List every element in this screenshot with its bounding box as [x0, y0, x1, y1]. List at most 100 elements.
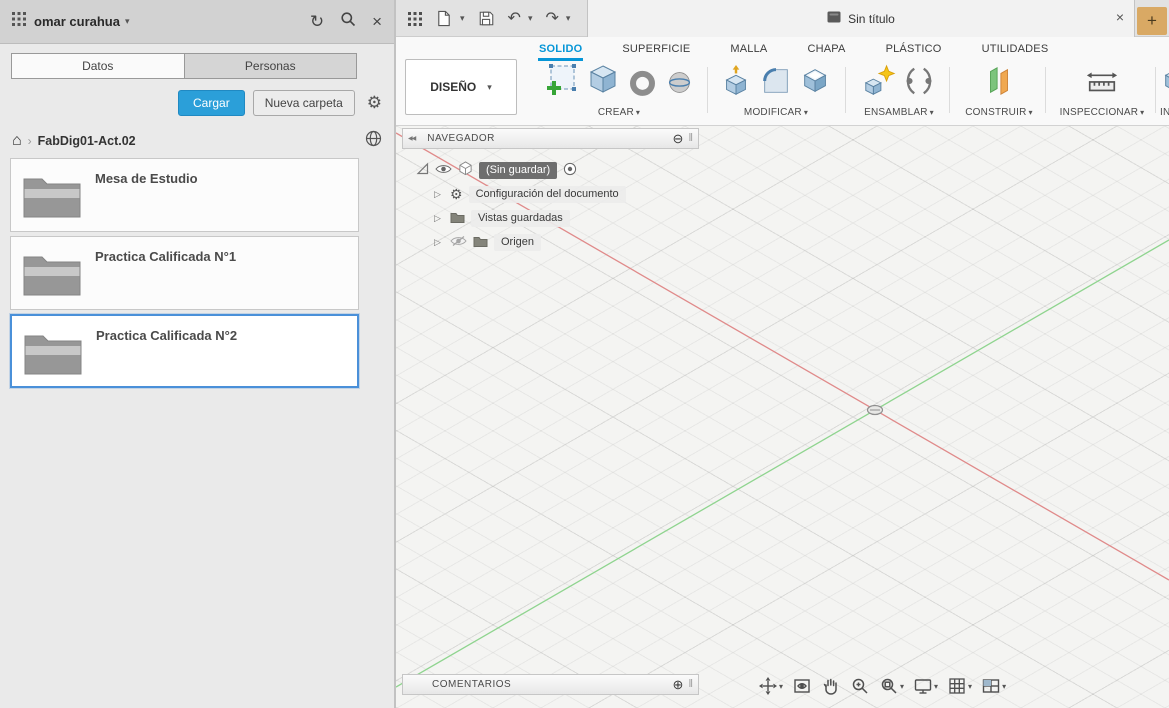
navigation-toolbar: ▾ ▾ ▾ [758, 674, 1006, 698]
orbit-button[interactable]: ▾ [758, 676, 783, 696]
comments-title: COMENTARIOS [432, 679, 511, 690]
file-menu-button[interactable]: ▾ [435, 9, 465, 28]
chevron-down-icon: ▾ [930, 108, 934, 117]
close-document-icon[interactable]: × [1116, 9, 1124, 25]
tree-node-label[interactable]: Configuración del documento [469, 186, 626, 203]
revolve-icon[interactable] [627, 67, 658, 103]
fit-button[interactable]: ▾ [879, 676, 904, 696]
folder-icon [23, 252, 81, 301]
eye-visible-icon[interactable] [435, 163, 452, 178]
group-label-ensamblar[interactable]: ENSAMBLAR▾ [852, 107, 946, 118]
look-at-button[interactable] [792, 676, 812, 696]
browser-header[interactable]: ◀◀ NAVEGADOR ⊖ ‖ [402, 128, 699, 149]
document-node-label[interactable]: (Sin guardar) [479, 162, 557, 179]
tree-row-named-views[interactable]: ▷ Vistas guardadas [402, 206, 699, 230]
document-tab[interactable]: Sin título × [587, 0, 1135, 37]
tab-datos[interactable]: Datos [11, 53, 185, 79]
close-panel-button[interactable]: × [372, 13, 382, 30]
new-document-tab-button[interactable]: + [1137, 7, 1167, 35]
ribbon-tab-superficie[interactable]: SUPERFICIE [621, 41, 691, 61]
chevron-down-icon: ▾ [1002, 682, 1006, 691]
list-item-folder-selected[interactable]: Practica Calificada N°2 [10, 314, 359, 388]
breadcrumb-project[interactable]: FabDig01-Act.02 [38, 134, 136, 148]
tree-row-document[interactable]: (Sin guardar) [402, 158, 699, 182]
folder-icon [23, 174, 81, 223]
comments-header[interactable]: COMENTARIOS ⊕ ‖ [402, 674, 699, 695]
plus-icon: + [1147, 11, 1157, 31]
activate-radio-icon[interactable] [563, 162, 577, 179]
upload-button[interactable]: Cargar [178, 90, 245, 116]
group-crear: CREAR▾ [535, 61, 703, 118]
app-launcher-icon[interactable] [408, 12, 422, 26]
eye-hidden-icon[interactable] [450, 235, 467, 250]
pan-button[interactable] [821, 676, 841, 696]
sweep-sphere-icon[interactable] [664, 67, 695, 103]
workspace-selector[interactable]: DISEÑO ▾ [405, 59, 517, 115]
settings-gear-icon[interactable]: ⚙ [367, 93, 382, 113]
create-sketch-icon[interactable] [543, 62, 579, 103]
tree-row-origin[interactable]: ▷ Origen [402, 230, 699, 254]
fillet-icon[interactable] [759, 64, 793, 103]
insert-icon[interactable] [1160, 64, 1169, 103]
ribbon-tab-malla[interactable]: MALLA [729, 41, 768, 61]
breadcrumb-separator: › [28, 134, 32, 148]
ribbon-tab-plastico[interactable]: PLÁSTICO [885, 41, 943, 61]
viewports-button[interactable]: ▾ [981, 676, 1006, 696]
undo-button[interactable]: ↶ ▾ [508, 11, 533, 27]
browser-title: NAVEGADOR [427, 133, 495, 144]
add-comment-icon[interactable]: ⊕ [673, 678, 684, 691]
ribbon-tab-utilidades[interactable]: UTILIDADES [981, 41, 1050, 61]
list-item-folder[interactable]: Practica Calificada N°1 [10, 236, 359, 310]
group-construir: CONSTRUIR▾ [956, 61, 1042, 118]
data-panel-actions: Cargar Nueva carpeta ⚙ [0, 89, 382, 116]
expander-icon[interactable]: ▷ [434, 213, 444, 224]
expander-icon[interactable]: ▷ [434, 237, 444, 248]
measure-icon[interactable] [1085, 64, 1119, 103]
joint-icon[interactable] [902, 64, 936, 103]
panel-grip[interactable]: ‖ [688, 133, 693, 144]
user-menu[interactable]: omar curahua [34, 14, 120, 29]
hide-all-icon[interactable]: ⊖ [673, 132, 684, 145]
group-label-construir[interactable]: CONSTRUIR▾ [956, 107, 1042, 118]
zoom-button[interactable] [850, 676, 870, 696]
refresh-button[interactable]: ↻ [310, 13, 324, 30]
redo-button[interactable]: ↷ ▾ [545, 11, 570, 27]
group-label-inspeccionar[interactable]: INSPECCIONAR▾ [1052, 107, 1152, 118]
chevron-down-icon: ▾ [779, 682, 783, 691]
main-area: ▾ ↶ ▾ ↷ ▾ Sin título × [396, 0, 1169, 708]
group-separator [1045, 67, 1046, 113]
grid-snap-button[interactable]: ▾ [947, 676, 972, 696]
web-globe-icon[interactable] [365, 130, 382, 152]
list-item-folder[interactable]: Mesa de Estudio [10, 158, 359, 232]
browser-panel: ◀◀ NAVEGADOR ⊖ ‖ [402, 128, 699, 254]
tree-node-label[interactable]: Vistas guardadas [471, 210, 570, 227]
data-panel-topbar: omar curahua ▾ ↻ × [0, 0, 394, 44]
panel-grip[interactable]: ‖ [688, 679, 693, 690]
folder-icon [450, 211, 465, 226]
3d-viewport[interactable]: ◀◀ NAVEGADOR ⊖ ‖ [396, 126, 1169, 708]
application-topbar: ▾ ↶ ▾ ↷ ▾ Sin título × [396, 0, 1169, 37]
collapse-panel-icon[interactable]: ◀◀ [408, 135, 415, 142]
tab-personas[interactable]: Personas [185, 53, 358, 79]
group-label-modificar[interactable]: MODIFICAR▾ [714, 107, 838, 118]
ribbon-tab-chapa[interactable]: CHAPA [806, 41, 846, 61]
home-icon[interactable]: ⌂ [12, 133, 22, 149]
display-settings-button[interactable]: ▾ [913, 676, 938, 696]
press-pull-icon[interactable] [719, 64, 753, 103]
construct-plane-icon[interactable] [982, 64, 1016, 103]
save-button[interactable] [478, 10, 495, 27]
shell-icon[interactable] [799, 64, 833, 103]
tree-node-label[interactable]: Origen [494, 234, 541, 251]
chevron-down-icon: ▾ [487, 82, 492, 93]
tree-row-document-settings[interactable]: ▷ ⚙ Configuración del documento [402, 182, 699, 206]
group-label-insertar[interactable]: INSERTAR▾ [1160, 107, 1169, 118]
workspace-label: DISEÑO [430, 80, 476, 94]
new-folder-button[interactable]: Nueva carpeta [253, 90, 355, 116]
app-grid-icon[interactable] [12, 12, 26, 31]
ribbon-tab-solido[interactable]: SOLIDO [538, 41, 583, 61]
search-button[interactable] [340, 11, 356, 32]
group-label-crear[interactable]: CREAR▾ [535, 107, 703, 118]
expander-icon[interactable]: ▷ [434, 189, 444, 200]
new-component-icon[interactable] [862, 64, 896, 103]
extrude-icon[interactable] [585, 62, 621, 103]
